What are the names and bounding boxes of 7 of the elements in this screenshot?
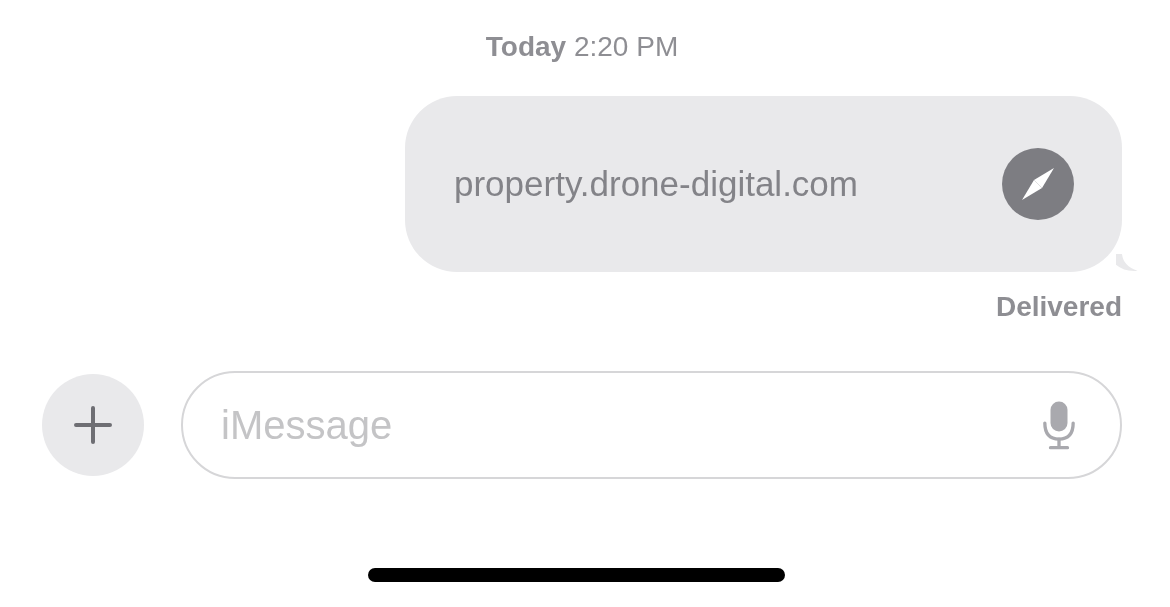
message-bubble[interactable]: property.drone-digital.com — [405, 96, 1122, 272]
compass-icon — [1002, 148, 1074, 220]
message-field[interactable]: iMessage — [181, 371, 1122, 479]
delivery-status: Delivered — [995, 290, 1122, 324]
plus-icon — [73, 405, 113, 445]
link-text[interactable]: property.drone-digital.com — [454, 164, 858, 204]
message-timestamp: Today 2:20 PM — [485, 30, 679, 64]
